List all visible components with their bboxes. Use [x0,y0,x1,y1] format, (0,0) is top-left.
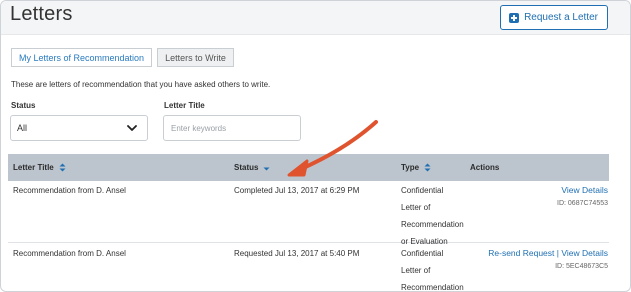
annotation-arrow-icon [287,120,378,177]
letters-page: Letters Request a Letter My Letters of R… [0,0,631,292]
